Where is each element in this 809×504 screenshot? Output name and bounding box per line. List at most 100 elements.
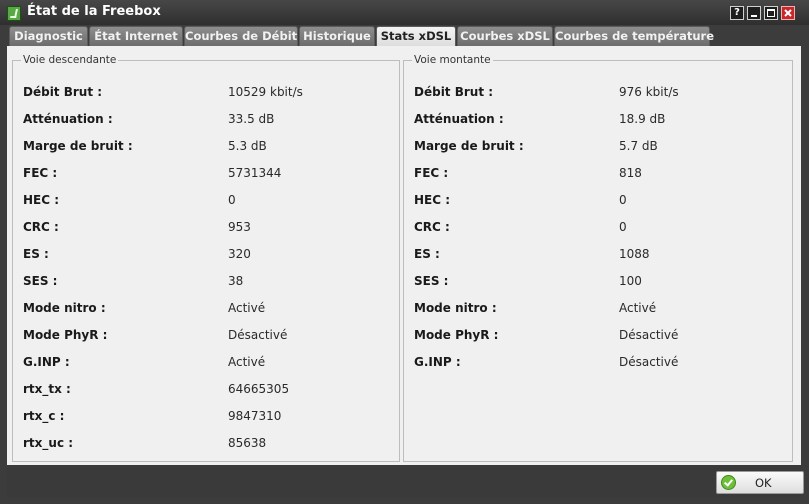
stat-label: FEC : [414,166,449,180]
stat-value: 18.9 dB [619,112,666,126]
stat-label: CRC : [23,220,59,234]
stat-label: rtx_c : [23,409,65,423]
stat-row: SES : 100 [414,274,784,292]
stat-row: SES : 38 [23,274,393,292]
tab-courbes-debit[interactable]: Courbes de Débit [184,26,298,46]
maximize-button[interactable] [764,6,778,20]
upstream-panel: Voie montante Débit Brut : 976 kbit/s Atté… [403,54,793,462]
stat-value: 0 [619,220,627,234]
stat-row: Débit Brut : 10529 kbit/s [23,85,393,103]
stat-row: Mode nitro : Activé [414,301,784,319]
stats-xdsl-content: Voie descendante Débit Brut : 10529 kbit/… [7,46,801,465]
upstream-legend: Voie montante [414,54,491,66]
stat-value: Désactivé [619,355,679,369]
stat-label: Mode nitro : [414,301,497,315]
stat-row: Atténuation : 33.5 dB [23,112,393,130]
stat-value: 976 kbit/s [619,85,679,99]
stat-value: 818 [619,166,642,180]
stat-value: Activé [228,355,266,369]
stat-row: HEC : 0 [23,193,393,211]
stat-value: Désactivé [619,328,679,342]
stat-row: Débit Brut : 976 kbit/s [414,85,784,103]
stat-value: 100 [619,274,642,288]
stat-row: CRC : 0 [414,220,784,238]
stat-label: ES : [414,247,440,261]
stat-value: 85638 [228,436,267,450]
stat-label: rtx_tx : [23,382,71,396]
stat-label: Marge de bruit : [23,139,133,153]
stat-row: Atténuation : 18.9 dB [414,112,784,130]
stat-row: G.INP : Activé [23,355,393,373]
stat-value: 9847310 [228,409,282,423]
stat-row: Mode nitro : Activé [23,301,393,319]
stat-row: Marge de bruit : 5.3 dB [23,139,393,157]
tab-courbes-temperature[interactable]: Courbes de température [554,26,714,46]
stat-value: 0 [228,193,236,207]
stat-label: Débit Brut : [23,85,103,99]
stat-value: Désactivé [228,328,288,342]
stat-label: CRC : [414,220,450,234]
stat-row: rtx_c : 9847310 [23,409,393,427]
stat-value: 5.3 dB [228,139,267,153]
stat-row: Marge de bruit : 5.7 dB [414,139,784,157]
tab-courbes-xdsl[interactable]: Courbes xDSL [457,26,553,46]
title-bar[interactable]: État de la Freebox ? [0,0,809,25]
stat-value: 1088 [619,247,650,261]
check-icon [721,475,736,490]
stat-row: FEC : 5731344 [23,166,393,184]
stat-row: CRC : 953 [23,220,393,238]
dialog-footer: OK [7,465,804,497]
stat-label: SES : [414,274,449,288]
ok-button-label: OK [755,476,772,490]
stat-row: Mode PhyR : Désactivé [414,328,784,346]
close-button[interactable] [781,6,795,20]
stat-row: Mode PhyR : Désactivé [23,328,393,346]
minimize-button[interactable] [747,6,761,20]
stat-label: ES : [23,247,49,261]
stat-value: 0 [619,193,627,207]
stat-label: SES : [23,274,58,288]
stat-value: 5731344 [228,166,282,180]
stat-label: G.INP : [23,355,70,369]
stat-value: 10529 kbit/s [228,85,303,99]
stat-value: 38 [228,274,244,288]
stat-row: ES : 1088 [414,247,784,265]
stat-label: Atténuation : [414,112,504,126]
close-icon [784,9,792,17]
stat-row: G.INP : Désactivé [414,355,784,373]
stat-value: 33.5 dB [228,112,275,126]
help-button[interactable]: ? [730,6,744,20]
stat-row: rtx_tx : 64665305 [23,382,393,400]
stat-row: ES : 320 [23,247,393,265]
stat-label: HEC : [414,193,451,207]
stat-value: 953 [228,220,251,234]
stat-label: Mode PhyR : [414,328,499,342]
stat-value: 320 [228,247,251,261]
stat-value: 5.7 dB [619,139,658,153]
stat-label: Débit Brut : [414,85,494,99]
tab-diagnostic[interactable]: Diagnostic [9,26,88,46]
stat-label: Mode nitro : [23,301,106,315]
stat-label: HEC : [23,193,60,207]
stat-label: FEC : [23,166,58,180]
stat-value: Activé [228,301,266,315]
stat-label: G.INP : [414,355,461,369]
downstream-legend: Voie descendante [23,54,117,66]
tab-historique[interactable]: Historique [299,26,375,46]
downstream-panel: Voie descendante Débit Brut : 10529 kbit/… [12,54,400,462]
stat-value: 64665305 [228,382,290,396]
stat-label: rtx_uc : [23,436,74,450]
ok-button[interactable]: OK [716,471,804,494]
window-title: État de la Freebox [27,4,161,19]
tab-stats-xdsl[interactable]: Stats xDSL [376,26,456,47]
stat-label: Marge de bruit : [414,139,524,153]
stat-label: Atténuation : [23,112,113,126]
stat-label: Mode PhyR : [23,328,108,342]
tab-etat-internet[interactable]: État Internet [89,26,183,46]
stat-value: Activé [619,301,657,315]
stat-row: rtx_uc : 85638 [23,436,393,454]
freebox-status-window: État de la Freebox ? Diagnostic État Int… [0,0,809,504]
stat-row: HEC : 0 [414,193,784,211]
stat-row: FEC : 818 [414,166,784,184]
freebox-app-icon [7,6,21,21]
